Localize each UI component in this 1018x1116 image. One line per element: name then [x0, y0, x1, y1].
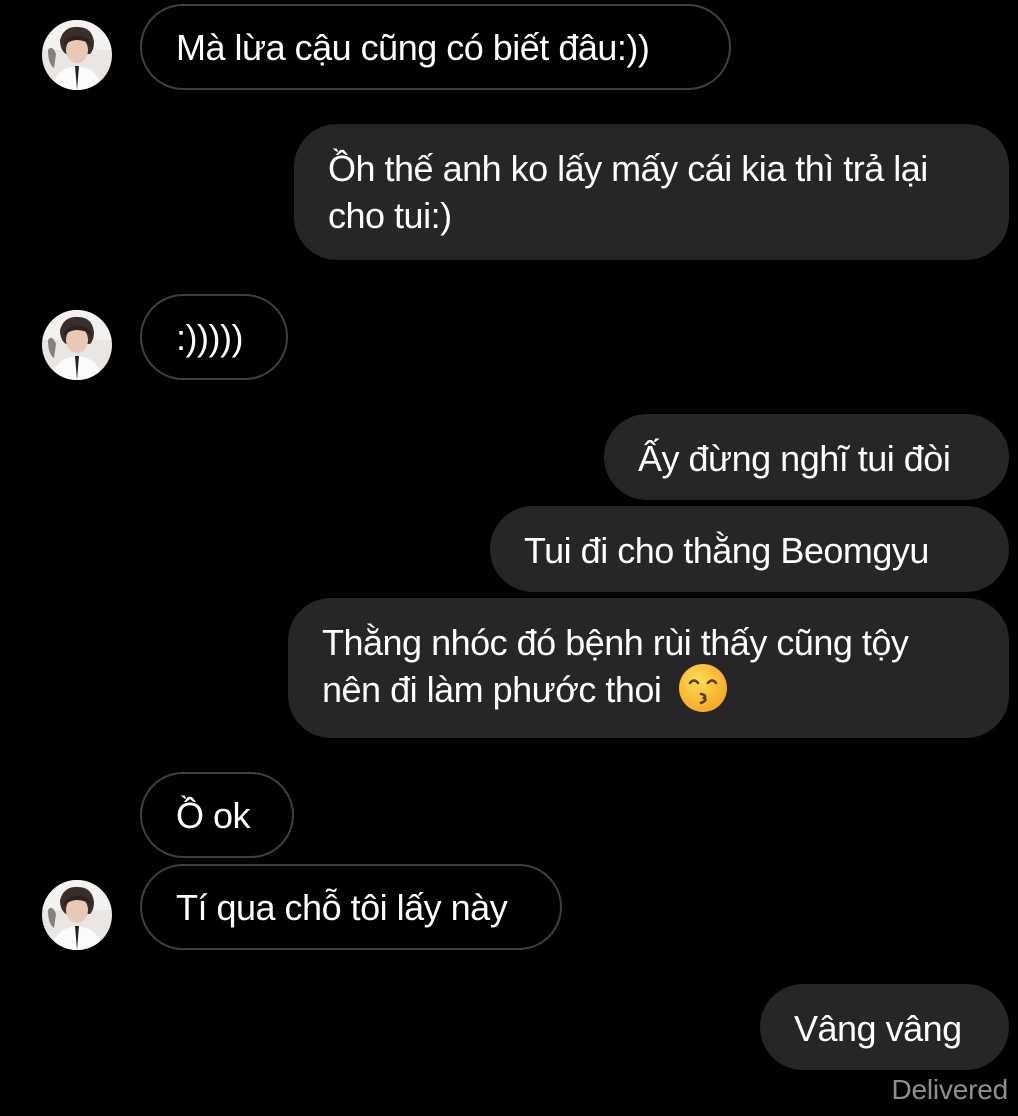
- incoming-message-bubble[interactable]: Ồ ok: [140, 772, 294, 858]
- message-text: Ấy đừng nghĩ tui đòi: [638, 438, 951, 479]
- outgoing-message-bubble[interactable]: Tui đi cho thằng Beomgyu: [490, 506, 1009, 592]
- message-text: :))))): [176, 317, 243, 358]
- contact-avatar[interactable]: [42, 880, 112, 950]
- incoming-message-bubble[interactable]: Mà lừa cậu cũng có biết đâu:)): [140, 4, 731, 90]
- outgoing-message-bubble[interactable]: Ồh thế anh ko lấy mấy cái kia thì trả lạ…: [294, 124, 1009, 260]
- avatar-photo-icon: [42, 310, 112, 380]
- message-text: Tui đi cho thằng Beomgyu: [524, 530, 929, 571]
- message-text: Vâng vâng: [794, 1008, 962, 1049]
- avatar-photo-icon: [42, 880, 112, 950]
- delivery-status: Delivered: [891, 1074, 1009, 1105]
- message-text-line: cho tui:): [328, 195, 452, 236]
- incoming-message-bubble[interactable]: :))))): [140, 294, 288, 380]
- outgoing-message-bubble[interactable]: Vâng vâng: [760, 984, 1009, 1070]
- message-text: Mà lừa cậu cũng có biết đâu:)): [176, 27, 650, 68]
- outgoing-message-bubble[interactable]: Ấy đừng nghĩ tui đòi: [604, 414, 1009, 500]
- message-text-line: Ồh thế anh ko lấy mấy cái kia thì trả lạ…: [328, 148, 928, 189]
- incoming-message-bubble[interactable]: Tí qua chỗ tôi lấy này: [140, 864, 562, 950]
- message-text: Ồ ok: [176, 795, 251, 836]
- kissing-smiling-eyes-emoji-icon: [678, 664, 727, 713]
- message-text-line: Thằng nhóc đó bệnh rùi thấy cũng tộy: [322, 622, 909, 663]
- outgoing-message-bubble[interactable]: Thằng nhóc đó bệnh rùi thấy cũng tộy nên…: [288, 598, 1009, 738]
- contact-avatar[interactable]: [42, 20, 112, 90]
- contact-avatar[interactable]: [42, 310, 112, 380]
- message-text: nên đi làm phước thoi: [322, 669, 662, 710]
- message-thread: Mà lừa cậu cũng có biết đâu:)) Ồh thế an…: [0, 0, 1018, 1116]
- avatar-photo-icon: [42, 20, 112, 90]
- message-text-line: nên đi làm phước thoi: [322, 664, 975, 714]
- message-text: Tí qua chỗ tôi lấy này: [176, 887, 508, 928]
